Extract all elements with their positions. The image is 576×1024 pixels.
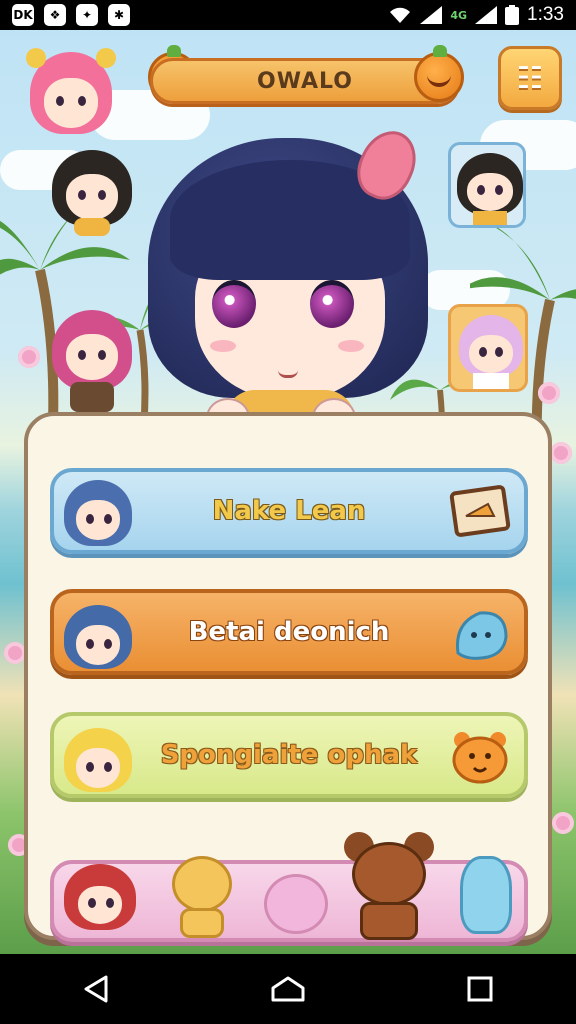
character-roster[interactable] [50, 832, 528, 942]
menu-item-1-label: Nake Lean [212, 496, 366, 526]
status-notifications: DK ❖ ✦ ✱ [12, 4, 130, 26]
avatar-blue-hair [60, 476, 136, 552]
menu-item-2-label: Betai deonich [188, 617, 390, 647]
flower [4, 642, 26, 664]
pink-blob-icon[interactable] [264, 874, 328, 934]
avatar-blonde-cat-girl [60, 720, 136, 796]
menu-item-1[interactable]: Nake Lean [50, 468, 528, 554]
menu-item-3-label: Spongiaite ophak [160, 740, 418, 770]
orange-bear-icon [452, 732, 508, 784]
avatar-red-hair[interactable] [60, 856, 140, 940]
map-icon [449, 485, 511, 537]
wifi-icon [390, 7, 411, 23]
home-button[interactable] [258, 964, 318, 1014]
network-type-label: 4G [450, 8, 468, 22]
recent-apps-button[interactable] [450, 964, 510, 1014]
notification-icon-3: ✦ [76, 4, 98, 26]
blue-seal-icon[interactable] [450, 852, 522, 940]
pumpkin-icon [414, 45, 464, 102]
menu-grid-icon: ☷ [516, 60, 544, 96]
menu-panel: Nake Lean Betai deonich Spongiaite ophak [24, 412, 552, 942]
menu-button[interactable]: ☷ [498, 46, 562, 110]
avatar-card-cat-girl[interactable] [448, 142, 526, 228]
avatar-pink-hair[interactable] [26, 48, 116, 138]
notification-icon-2: ❖ [44, 4, 66, 26]
flower [538, 382, 560, 404]
clock: 1:33 [527, 4, 564, 25]
hero-eye-left [212, 280, 256, 328]
avatar-blue-cat-girl [60, 597, 136, 673]
recent-apps-icon [467, 976, 493, 1002]
notification-icon-4: ✱ [108, 4, 130, 26]
home-icon [271, 976, 305, 1002]
avatar-card-lilac-girl[interactable] [448, 304, 528, 392]
status-bar: DK ❖ ✦ ✱ 4G 1:33 [0, 0, 576, 30]
signal-icon-2 [475, 6, 498, 24]
back-triangle-icon [84, 975, 108, 1003]
blue-ghost-icon [455, 611, 508, 660]
hero-eye-right [310, 280, 354, 328]
menu-item-3[interactable]: Spongiaite ophak [50, 712, 528, 798]
flower [552, 812, 574, 834]
flower [18, 346, 40, 368]
yellow-cat-icon[interactable] [166, 852, 238, 942]
avatar-black-hair[interactable] [50, 146, 134, 236]
flower [550, 442, 572, 464]
signal-icon [420, 6, 443, 24]
status-system: 4G 1:33 [388, 4, 564, 26]
notification-icon-1: DK [12, 4, 34, 26]
game-title: OWALO [257, 68, 353, 94]
avatar-magenta-hair-cat[interactable] [50, 302, 134, 412]
brown-bear-icon[interactable] [344, 832, 434, 942]
back-button[interactable] [66, 964, 126, 1014]
menu-item-2[interactable]: Betai deonich [50, 589, 528, 675]
game-scene: OWALO ☷ Nake Lean Betai deonich Spongiai… [0, 30, 576, 954]
battery-icon [505, 5, 520, 25]
system-nav-bar [0, 954, 576, 1024]
